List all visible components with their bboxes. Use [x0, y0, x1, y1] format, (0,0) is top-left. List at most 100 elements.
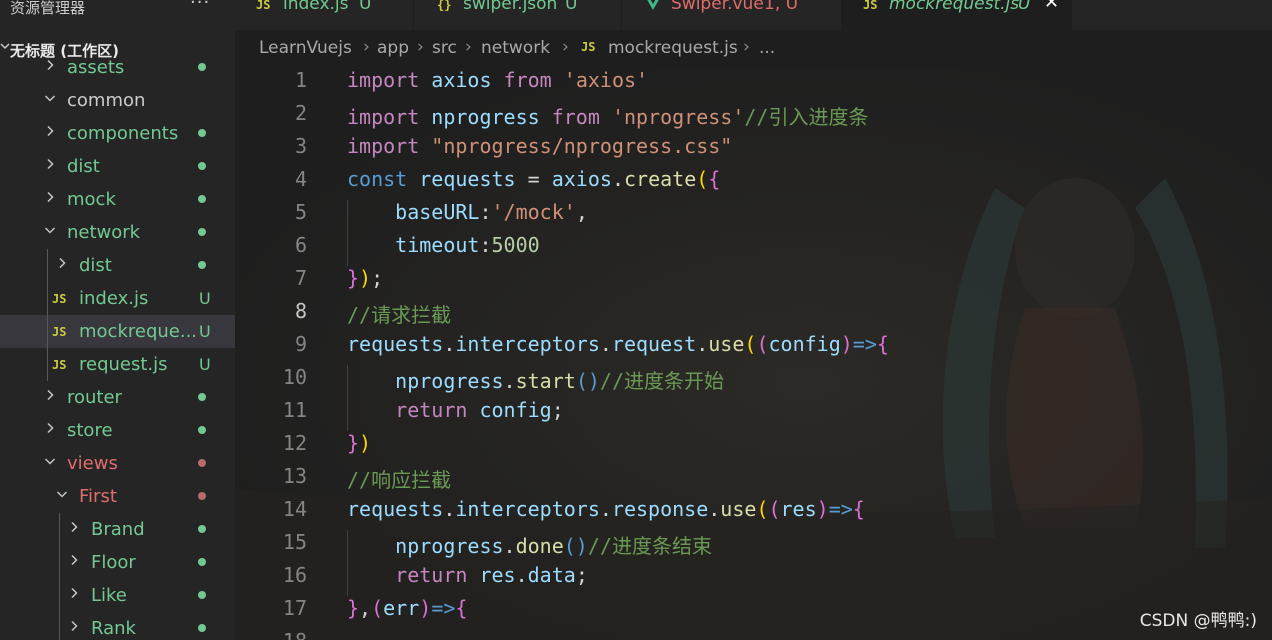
tree-item-label: dist [67, 156, 100, 177]
tree-item-assets[interactable]: assets [0, 51, 235, 84]
explorer-header: 资源管理器 ··· [0, 0, 235, 18]
code-token: ; [551, 398, 564, 422]
code-line[interactable]: import axios from 'axios' [347, 68, 648, 92]
code-line[interactable]: nprogress.start()//进度条开始 [347, 365, 724, 394]
tab-swiper-vue[interactable]: Swiper.vue 1, U [621, 0, 842, 30]
chevron-right-icon: › [363, 37, 370, 57]
code-token: config [768, 332, 841, 356]
code-line[interactable]: import nprogress from 'nprogress'//引入进度条 [347, 101, 868, 130]
tab-swiper-json[interactable]: {} swiper.json U [413, 0, 622, 30]
tree-item-rank[interactable]: Rank [0, 612, 235, 640]
tree-item-brand[interactable]: Brand [0, 513, 235, 546]
line-number: 9 [294, 332, 307, 356]
line-number: 5 [294, 200, 307, 224]
code-token: : [479, 233, 492, 257]
tree-item-label: common [67, 90, 146, 111]
code-token: , [359, 596, 372, 620]
code-token: return [395, 563, 468, 587]
code-token: '/mock' [491, 200, 576, 224]
code-token: create [623, 167, 697, 191]
tree-indent-guide [47, 249, 48, 381]
chevron-right-icon [44, 158, 56, 170]
tab-index-js[interactable]: JS index.js U [235, 0, 414, 30]
explorer-title: 资源管理器 [10, 0, 86, 17]
chevron-right-icon: › [417, 37, 424, 57]
js-file-icon: JS [581, 40, 596, 54]
code-line[interactable]: //响应拦截 [347, 464, 451, 493]
code-token: use [720, 497, 757, 521]
code-token: . [599, 497, 612, 521]
code-token: { [852, 497, 865, 521]
git-status-dot [198, 162, 206, 170]
code-token: request [611, 332, 697, 356]
code-line[interactable]: }); [347, 266, 383, 290]
breadcrumb-item[interactable]: network [481, 38, 550, 58]
code-line[interactable]: //请求拦截 [347, 299, 451, 328]
line-number: 17 [282, 596, 307, 620]
tree-item-router[interactable]: router [0, 381, 235, 414]
code-token: nprogress [431, 105, 540, 129]
tree-item-request-js[interactable]: JS request.js U [0, 348, 235, 381]
line-number: 2 [294, 101, 307, 125]
code-line[interactable]: },(err)=>{ [347, 596, 467, 620]
breadcrumb-item[interactable]: LearnVuejs [259, 38, 352, 58]
tree-item-mock[interactable]: mock [0, 183, 235, 216]
breadcrumb-item[interactable]: mockrequest.js [608, 38, 738, 58]
code-line[interactable]: timeout:5000 [347, 233, 540, 257]
code-token: ( [371, 596, 384, 620]
code-line[interactable]: return res.data; [347, 563, 588, 587]
code-line[interactable]: requests.interceptors.request.use((confi… [347, 332, 889, 356]
code-token: ( [756, 332, 769, 356]
tree-item-floor[interactable]: Floor [0, 546, 235, 579]
breadcrumb-item[interactable]: ... [759, 38, 775, 58]
tree-item-first[interactable]: First [0, 480, 235, 513]
code-line[interactable]: }) [347, 431, 371, 455]
close-icon[interactable]: ✕ [1044, 0, 1059, 13]
tree-item-index-js[interactable]: JS index.js U [0, 282, 235, 315]
tree-item-dist[interactable]: dist [0, 249, 235, 282]
breadcrumb-item[interactable]: src [432, 38, 457, 58]
more-actions-icon[interactable]: ··· [190, 0, 210, 13]
code-line[interactable]: return config; [347, 398, 564, 422]
tree-item-label: assets [67, 57, 125, 78]
code-line[interactable]: const requests = axios.create({ [347, 167, 720, 191]
breadcrumb: LearnVuejs › app › src › network › JS mo… [235, 30, 1272, 68]
tree-item-store[interactable]: store [0, 414, 235, 447]
git-status-dot [198, 624, 206, 632]
tab-mockrequest-js[interactable]: JS mockrequest.js U ✕ [841, 0, 1072, 30]
code-line[interactable]: nprogress.done()//进度条结束 [347, 530, 712, 559]
tab-label: Swiper.vue [671, 0, 764, 14]
code-line[interactable]: import "nprogress/nprogress.css" [347, 134, 732, 158]
code-editor[interactable]: 1 import axios from 'axios' 2 import nprogr… [235, 68, 1272, 640]
tree-item-label: Rank [91, 618, 136, 639]
code-token: ( [756, 497, 769, 521]
code-token: //请求拦截 [347, 303, 452, 327]
code-token: import [347, 134, 420, 158]
chevron-right-icon [68, 554, 80, 566]
tree-item-views[interactable]: views [0, 447, 235, 480]
tree-item-mockreque[interactable]: JS mockreque... U [0, 315, 235, 348]
line-number: 13 [282, 464, 307, 488]
tree-item-network[interactable]: network [0, 216, 235, 249]
breadcrumb-item[interactable]: app [377, 38, 409, 58]
tree-item-dist[interactable]: dist [0, 150, 235, 183]
code-token: => [828, 497, 853, 521]
line-number: 14 [282, 497, 307, 521]
code-token: { [455, 596, 468, 620]
code-line[interactable]: baseURL:'/mock', [347, 200, 588, 224]
code-token: baseURL [395, 200, 480, 224]
tab-label: swiper.json [463, 0, 558, 14]
tree-item-common[interactable]: common [0, 84, 235, 117]
code-line[interactable]: requests.interceptors.response.use((res)… [347, 497, 865, 521]
tree-item-components[interactable]: components [0, 117, 235, 150]
code-token: axios [431, 68, 492, 92]
tree-item-label: store [67, 420, 113, 441]
code-token: ) [359, 431, 372, 455]
git-status-badge: U [199, 355, 211, 374]
tab-bar: JS index.js U {} swiper.json U Swiper.vu… [235, 0, 1272, 30]
tree-item-like[interactable]: Like [0, 579, 235, 612]
watermark: CSDN @鸭鸭:) [1139, 611, 1257, 631]
